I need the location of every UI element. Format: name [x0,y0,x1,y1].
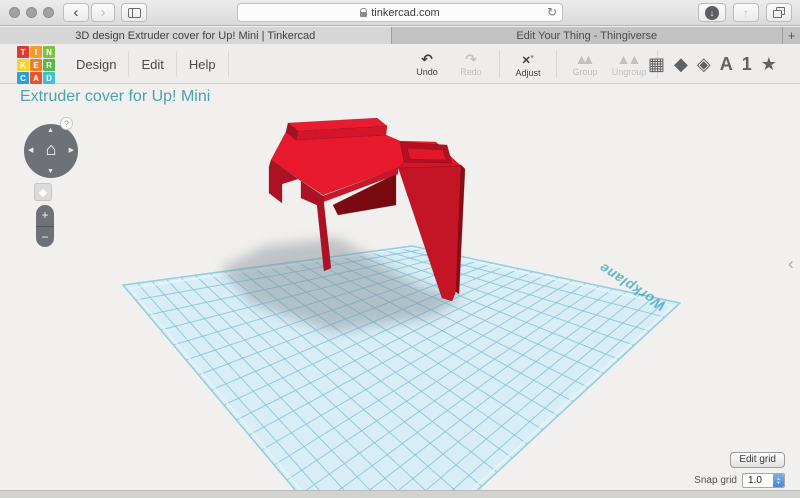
app-menu: Design Edit Help [64,44,229,84]
tab-thingiverse[interactable]: Edit Your Thing - Thingiverse [391,27,783,44]
logo-cell: C [17,72,29,84]
logo-cell: I [30,46,42,58]
viewport: Extruder cover for Up! Mini Workplane ▲ … [0,84,800,498]
collapse-panel-icon[interactable]: ‹ [788,254,794,274]
window-bottom-bar [0,490,800,498]
caret-down-icon: ▾ [530,54,534,62]
snap-grid-select[interactable]: 1.0 ▲ ▼ [742,473,785,488]
refresh-icon[interactable]: ↻ [547,5,557,19]
maximize-window-button[interactable] [43,7,54,18]
design-title: Extruder cover for Up! Mini [20,88,211,105]
tab-bar: 3D design Extruder cover for Up! Mini | … [0,27,800,44]
orbit-down-icon[interactable]: ▼ [47,168,54,175]
home-view-icon[interactable]: ⌂ [24,139,78,159]
default-view-button[interactable]: ◆ [34,183,52,201]
undo-button[interactable]: ↶ Undo [405,50,449,77]
app-header: TINKERCAD Design Edit Help ↶ Undo ↷ Redo ×… [0,44,800,84]
download-icon: ↓ [705,5,719,20]
stepper-icon[interactable]: ▲ ▼ [773,474,784,487]
solid-shape-icon[interactable]: ◆ [674,54,688,75]
edit-grid-button[interactable]: Edit grid [730,452,785,468]
menu-item-design[interactable]: Design [64,44,128,84]
logo-cell: N [43,46,55,58]
adjust-icon: ×▾ [522,51,534,68]
snap-grid-label: Snap grid [694,475,737,486]
tab-tinkercad[interactable]: 3D design Extruder cover for Up! Mini | … [0,27,392,44]
lock-icon [360,7,368,17]
hole-shape-icon[interactable]: ◈ [697,54,711,75]
tinkercad-logo[interactable]: TIN KER CAD [17,46,55,84]
help-button[interactable]: ? [60,117,73,130]
workplane-grid-icon[interactable]: ▦ [648,54,665,75]
group-button[interactable]: ▲▲ Group [563,50,607,77]
number-tool-icon[interactable]: 1 [742,54,752,75]
text-tool-icon[interactable]: A [720,54,733,75]
close-window-button[interactable] [9,7,20,18]
browser-titlebar: ‹ › tinkercad.com ↻ ↓ ↑ [0,0,800,26]
logo-cell: R [43,59,55,71]
logo-cell: T [17,46,29,58]
share-button[interactable]: ↑ [733,3,759,22]
logo-cell: A [30,72,42,84]
logo-cell: K [17,59,29,71]
logo-cell: D [43,72,55,84]
sidebar-button[interactable] [121,3,147,22]
menu-item-help[interactable]: Help [177,44,228,84]
menu-item-edit[interactable]: Edit [129,44,175,84]
zoom-out-button[interactable]: − [36,227,54,248]
forward-button[interactable]: › [91,3,115,22]
back-button[interactable]: ‹ [63,3,89,22]
logo-cell: E [30,59,42,71]
orbit-control[interactable]: ▲ ▼ ◀ ▶ ⌂ [24,124,78,178]
scene-canvas[interactable] [0,84,800,498]
address-bar[interactable]: tinkercad.com ↻ [237,3,563,22]
favorites-icon[interactable]: ★ [761,54,777,75]
traffic-lights [9,7,54,18]
new-tab-button[interactable]: + [783,27,800,44]
shape-icon-strip: ▦ ◆ ◈ A 1 ★ [638,44,777,84]
tab-title: 3D design Extruder cover for Up! Mini | … [75,29,316,42]
tab-title: Edit Your Thing - Thingiverse [516,29,658,42]
tabs-overview-icon [773,9,782,18]
show-tabs-button[interactable] [766,3,792,22]
address-text: tinkercad.com [371,6,440,19]
redo-icon: ↷ [465,50,477,67]
adjust-button[interactable]: ×▾ Adjust [506,50,550,78]
menu-separator [227,51,229,77]
undo-icon: ↶ [421,50,433,67]
zoom-control: + − [36,205,54,247]
downloads-button[interactable]: ↓ [698,3,726,22]
snap-grid-value: 1.0 [748,475,762,486]
zoom-in-button[interactable]: + [36,205,54,227]
redo-button[interactable]: ↷ Redo [449,50,493,77]
group-icon: ▲▲ [574,50,596,67]
minimize-window-button[interactable] [26,7,37,18]
sidebar-icon [127,7,141,18]
pocket-floor [406,147,447,161]
orbit-up-icon[interactable]: ▲ [47,127,54,134]
cube-icon: ◆ [38,186,48,199]
